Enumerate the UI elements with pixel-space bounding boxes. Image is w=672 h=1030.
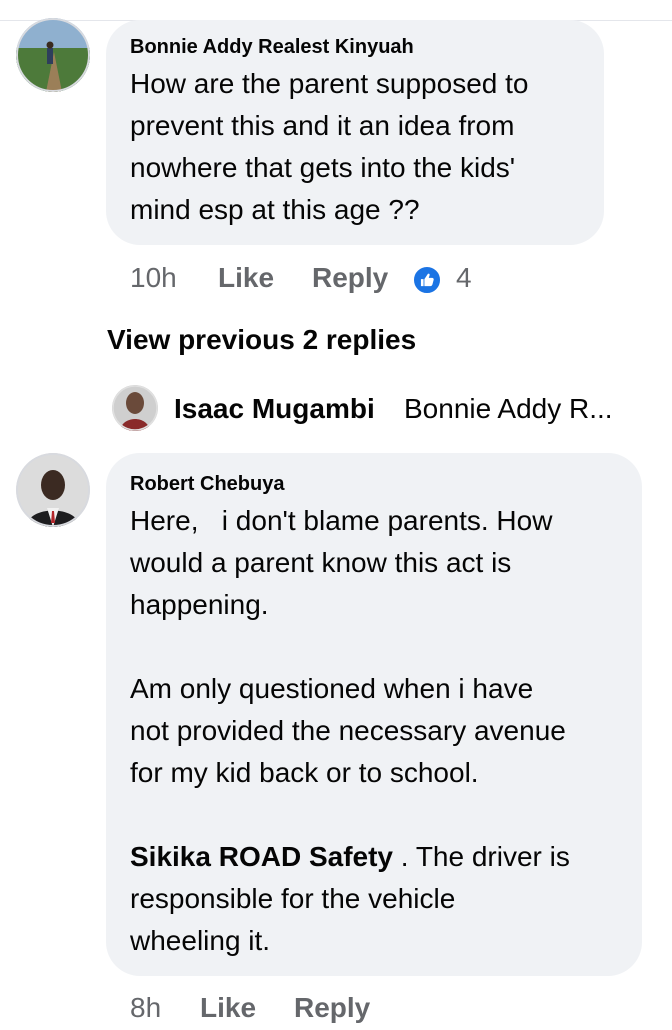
comment-text-para2: Am only questioned when i have not provi…	[130, 673, 566, 788]
view-previous-replies-link[interactable]: View previous 2 replies	[107, 324, 416, 356]
comment-text-para3: Sikika ROAD Safety . The driver is respo…	[130, 836, 630, 962]
comment-author[interactable]: Bonnie Addy Realest Kinyuah	[130, 36, 414, 59]
reply-author[interactable]: Isaac Mugambi	[174, 393, 375, 425]
comment-time[interactable]: 10h	[130, 262, 177, 294]
like-button[interactable]: Like	[218, 262, 274, 294]
thumbs-up-icon[interactable]	[412, 265, 442, 295]
comment-text: How are the parent supposed to prevent t…	[130, 68, 529, 225]
comment-text-para1: Here, i don't blame parents. How would a…	[130, 505, 553, 620]
reply-button[interactable]: Reply	[312, 262, 388, 294]
comment-author[interactable]: Robert Chebuya	[130, 473, 284, 496]
comment-actions: 10h Like Reply 4	[130, 262, 490, 296]
avatar-bonnie[interactable]	[16, 18, 90, 92]
comment-time[interactable]: 8h	[130, 992, 161, 1024]
avatar-robert[interactable]	[16, 453, 90, 527]
reply-snippet: Bonnie Addy R...	[404, 393, 613, 424]
comment-actions: 8h Like Reply	[130, 992, 430, 1026]
reaction-count[interactable]: 4	[456, 262, 472, 294]
mention-link[interactable]: Sikika ROAD Safety	[130, 841, 393, 872]
avatar-isaac[interactable]	[112, 385, 158, 431]
like-button[interactable]: Like	[200, 992, 256, 1024]
reply-preview[interactable]: Isaac Mugambi Bonnie Addy R...	[112, 385, 652, 431]
reply-button[interactable]: Reply	[294, 992, 370, 1024]
